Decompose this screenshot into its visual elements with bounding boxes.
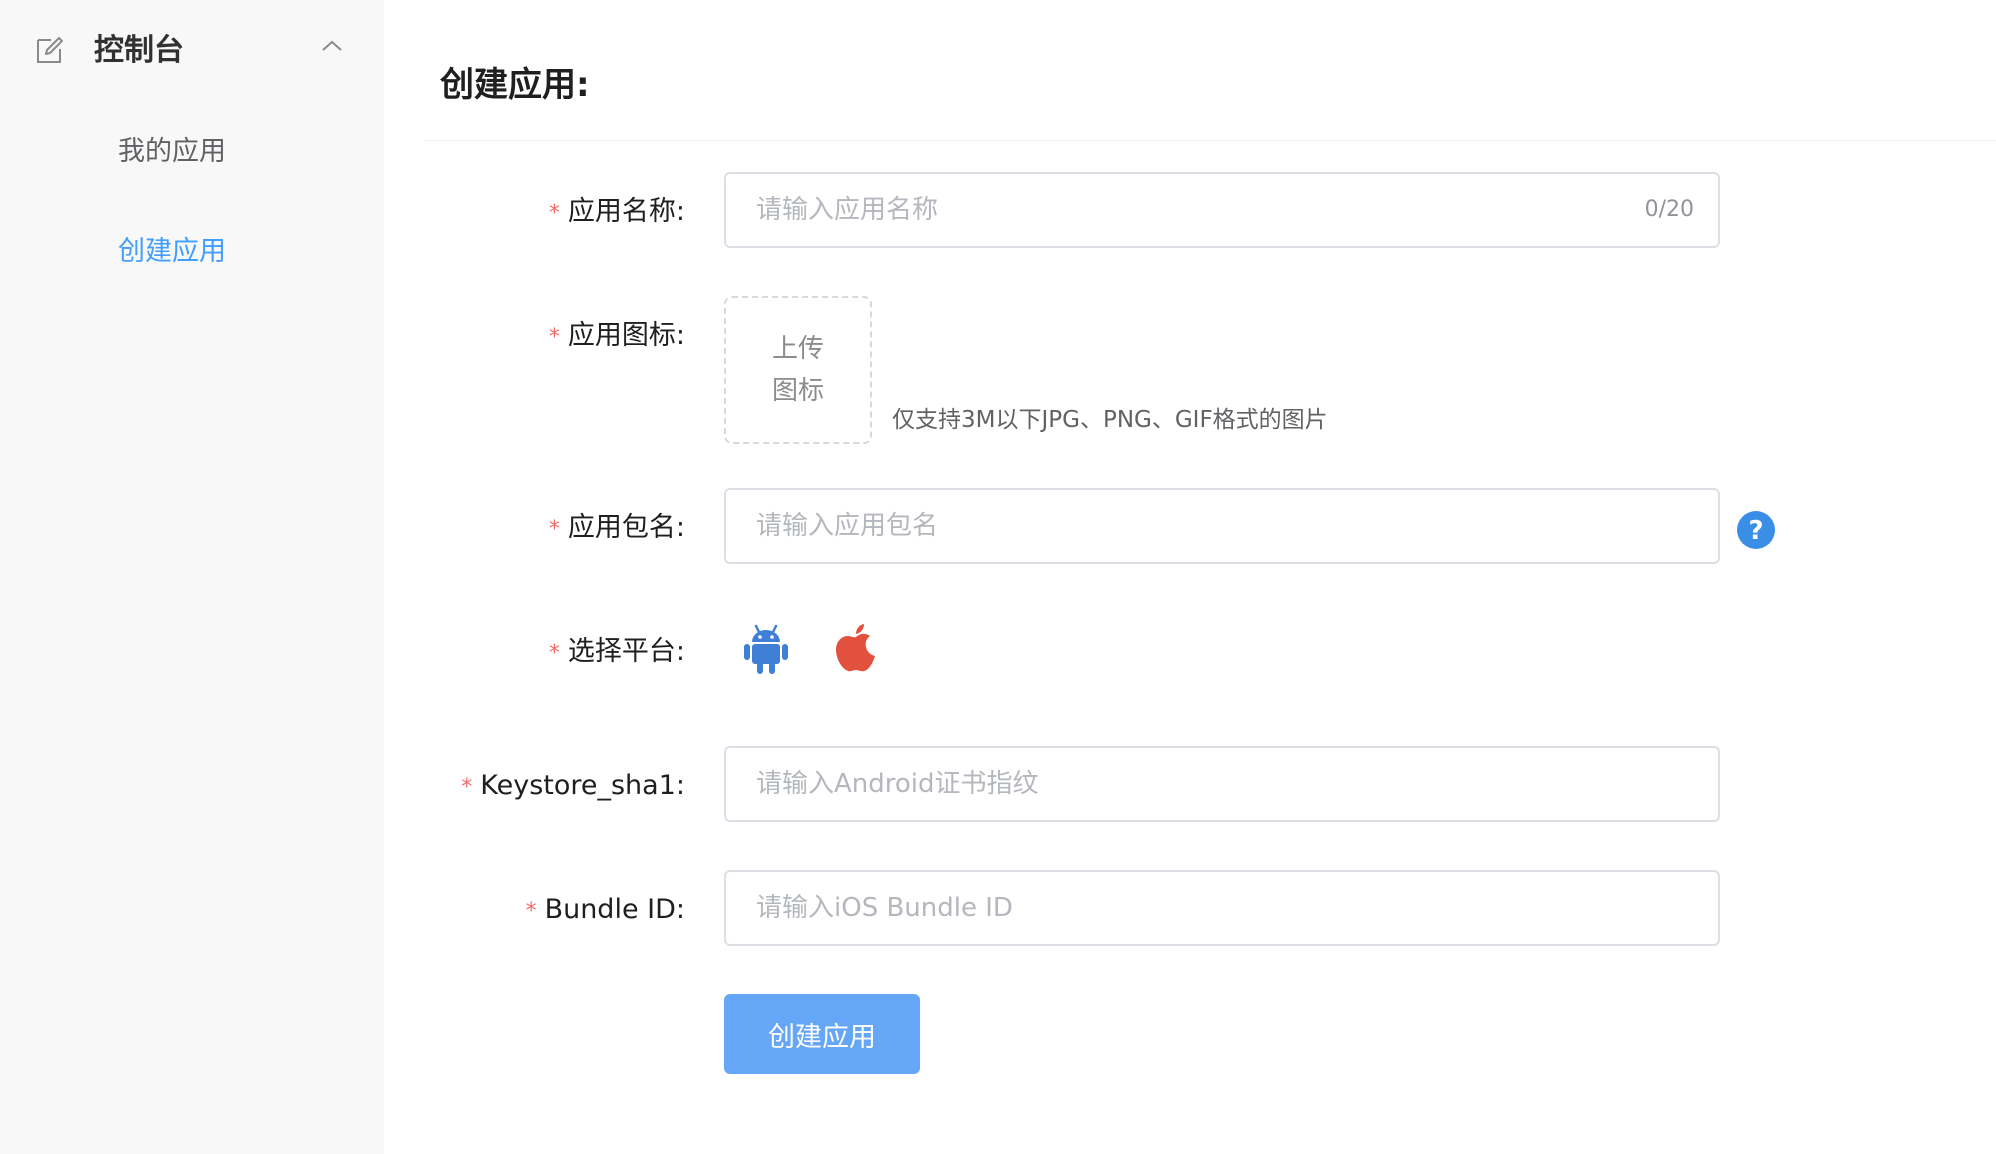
svg-text:?: ? (1748, 516, 1763, 546)
android-icon[interactable] (744, 624, 788, 674)
package-name-field[interactable] (724, 488, 1720, 564)
sidebar: 控制台 我的应用 创建应用 (0, 0, 384, 1154)
sidebar-item-create-app[interactable]: 创建应用 (118, 232, 226, 272)
upload-icon-button[interactable]: 上传 图标 (724, 296, 872, 444)
keystore-sha1-label: * Keystore_sha1: (461, 770, 685, 801)
app-name-input[interactable] (726, 174, 1718, 246)
sidebar-item-my-apps[interactable]: 我的应用 (118, 132, 226, 172)
help-icon[interactable]: ? (1736, 510, 1776, 550)
upload-hint: 仅支持3M以下JPG、PNG、GIF格式的图片 (892, 407, 1328, 433)
app-icon-label: * 应用图标: (548, 320, 685, 351)
edit-icon (37, 37, 63, 63)
app-name-label: * 应用名称: (548, 196, 685, 227)
page-title: 创建应用: (440, 65, 590, 105)
char-counter: 0/20 (1644, 197, 1694, 222)
bundle-id-field[interactable] (724, 870, 1720, 946)
upload-text-line2: 图标 (771, 376, 824, 406)
sidebar-section-title: 控制台 (94, 33, 184, 68)
required-mark: * (548, 641, 560, 666)
required-mark: * (548, 201, 560, 226)
main-content: 创建应用: *应用名称: 0/20 *应用图标: 上传 图标 仅支持3M以下JP… (424, 0, 1996, 1154)
sidebar-section-console[interactable]: 控制台 (0, 20, 384, 82)
required-mark: * (525, 899, 537, 924)
keystore-sha1-input[interactable] (726, 748, 1718, 820)
bundle-id-input[interactable] (726, 872, 1718, 944)
required-mark: * (548, 517, 560, 542)
create-app-button[interactable]: 创建应用 (724, 994, 920, 1074)
upload-text-line1: 上传 (771, 334, 824, 364)
required-mark: * (461, 775, 473, 800)
app-name-field[interactable]: 0/20 (724, 172, 1720, 248)
package-name-input[interactable] (726, 490, 1718, 562)
divider (424, 140, 1996, 141)
chevron-up-icon[interactable] (320, 38, 344, 54)
bundle-id-label: * Bundle ID: (525, 894, 685, 925)
platform-label: * 选择平台: (548, 636, 685, 667)
required-mark: * (548, 325, 560, 350)
apple-icon[interactable] (834, 622, 878, 674)
package-name-label: * 应用包名: (548, 512, 685, 543)
keystore-sha1-field[interactable] (724, 746, 1720, 822)
